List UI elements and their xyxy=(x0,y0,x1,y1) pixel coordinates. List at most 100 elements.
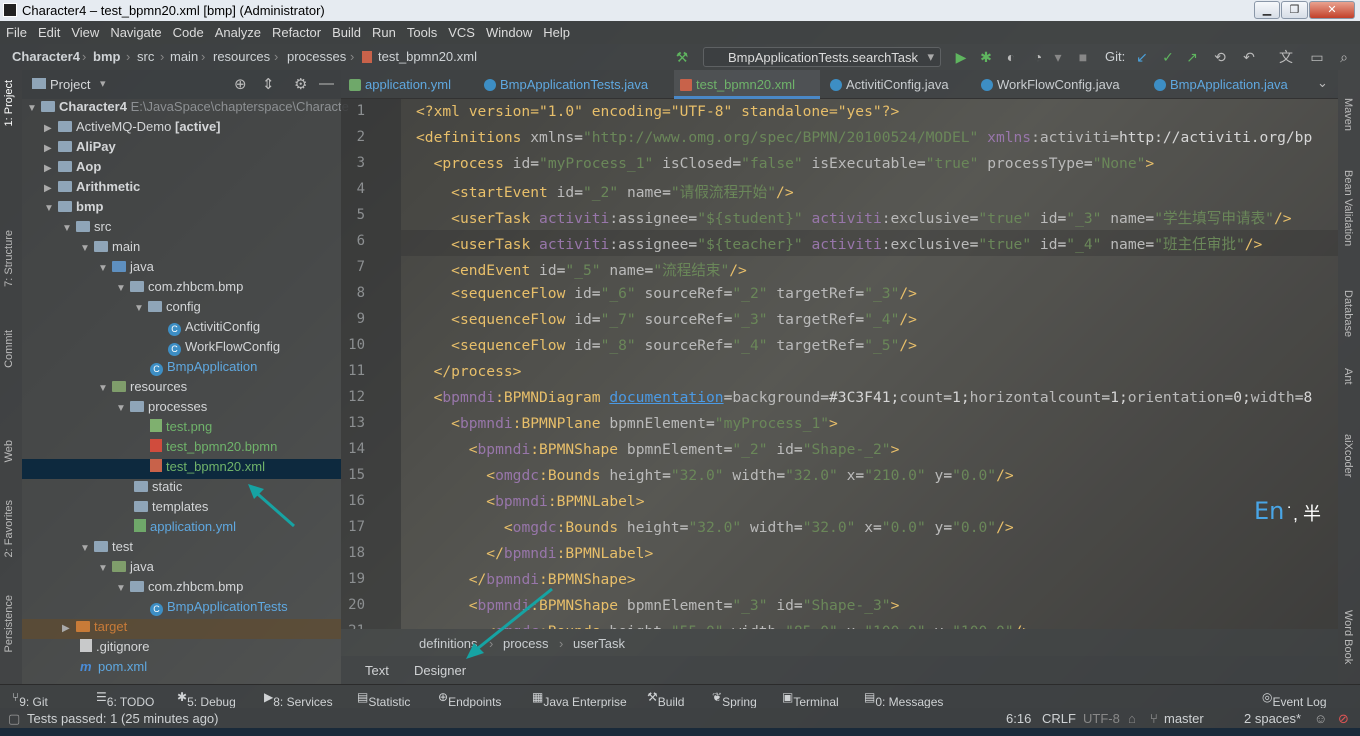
file-encoding[interactable]: UTF-8 xyxy=(1083,711,1120,726)
toolwin-spring[interactable]: ❦ Spring xyxy=(712,690,757,709)
git-branch[interactable]: master xyxy=(1164,711,1204,726)
indent-setting[interactable]: 2 spaces* xyxy=(1244,711,1301,726)
tool-favorites[interactable]: 2: Favorites xyxy=(3,500,15,557)
git-update-icon[interactable]: ↙ xyxy=(1134,49,1150,65)
breadcrumb-file[interactable]: test_bpmn20.xml xyxy=(378,49,477,64)
tool-ant[interactable]: Ant xyxy=(1342,368,1354,385)
menu-run[interactable]: Run xyxy=(366,21,401,40)
close-button[interactable]: ✕ xyxy=(1309,1,1355,19)
tree-item-activiticonfig[interactable]: C ActivitiConfig xyxy=(168,319,260,339)
tree-item-bmp[interactable]: ▼ bmp xyxy=(44,199,103,219)
profile-dropdown-icon[interactable]: ▾ xyxy=(1050,49,1066,65)
tree-item-resources[interactable]: ▼ resources xyxy=(98,379,187,399)
tree-item-activemq-demo[interactable]: ▶ ActiveMQ-Demo [active] xyxy=(44,119,221,139)
breadcrumb-processes[interactable]: processes xyxy=(287,49,346,64)
toolwin-build[interactable]: ⚒ Build xyxy=(647,690,684,709)
hide-icon[interactable]: — xyxy=(319,75,334,92)
tree-item-static[interactable]: static xyxy=(134,479,182,499)
maximize-button[interactable]: ❐ xyxy=(1281,1,1308,19)
profile-icon[interactable]: ◔ xyxy=(1030,49,1046,65)
menu-file[interactable]: File xyxy=(0,21,32,40)
tab-activiticonfig[interactable]: ActivitiConfig.java xyxy=(824,70,949,99)
tree-item-character4[interactable]: ▼ Character4 E:\JavaSpace\chapterspace\Ch… xyxy=(27,99,349,119)
tests-status-icon[interactable]: ▢ xyxy=(8,711,20,727)
tree-item-java[interactable]: ▼ java xyxy=(98,259,154,279)
crumb-usertask[interactable]: userTask xyxy=(573,636,625,651)
tool-aixcoder[interactable]: aiXcoder xyxy=(1342,434,1354,477)
code-line[interactable]: <bpmndi:BPMNPlane bpmnElement="myProcess… xyxy=(416,415,838,432)
breadcrumb-resources[interactable]: resources xyxy=(213,49,270,64)
tool-maven[interactable]: Maven xyxy=(1342,98,1354,131)
tab-text[interactable]: Text xyxy=(365,663,389,678)
code-line[interactable]: </process> xyxy=(416,363,522,380)
tool-database[interactable]: Database xyxy=(1342,290,1354,337)
tool-bean-validation[interactable]: Bean Validation xyxy=(1342,170,1354,246)
git-history-icon[interactable]: ⟲ xyxy=(1212,49,1228,65)
tree-item-test-png[interactable]: test.png xyxy=(150,419,212,439)
toolwin-services[interactable]: ▶ 8: Services xyxy=(264,690,333,709)
tool-web[interactable]: Web xyxy=(3,440,15,462)
code-line[interactable]: <?xml version="1.0" encoding="UTF-8" sta… xyxy=(416,103,899,120)
code-line[interactable]: <userTask activiti:assignee="${student}"… xyxy=(416,207,1291,228)
tree-item-test[interactable]: ▼ test xyxy=(80,539,133,559)
breadcrumb-main[interactable]: main xyxy=(170,49,198,64)
line-separator[interactable]: CRLF xyxy=(1042,711,1076,726)
menu-help[interactable]: Help xyxy=(537,21,575,40)
translate-icon[interactable]: 文 xyxy=(1278,49,1294,65)
code-line[interactable]: <sequenceFlow id="_8" sourceRef="_4" tar… xyxy=(416,337,917,354)
tool-structure[interactable]: 7: Structure xyxy=(3,230,15,287)
code-line[interactable]: <startEvent id="_2" name="请假流程开始"/> xyxy=(416,181,793,202)
code-line[interactable]: <bpmndi:BPMNLabel> xyxy=(416,493,644,510)
menu-vcs[interactable]: VCS xyxy=(442,21,480,40)
tab-bmpapplicationtests[interactable]: BmpApplicationTests.java xyxy=(478,70,648,99)
toolwin-terminal[interactable]: ▣ Terminal xyxy=(782,690,839,709)
menu-build[interactable]: Build xyxy=(326,21,366,40)
no-entry-icon[interactable]: ⊘ xyxy=(1338,711,1349,727)
tree-item-aop[interactable]: ▶ Aop xyxy=(44,159,101,179)
tree-item-bmpapplication[interactable]: C BmpApplication xyxy=(150,359,257,379)
tree-item-test-java[interactable]: ▼ java xyxy=(98,559,154,579)
toolwin-statistic[interactable]: ▤ Statistic xyxy=(357,690,410,709)
menu-analyze[interactable]: Analyze xyxy=(209,21,266,40)
collapse-all-icon[interactable]: ⇕ xyxy=(262,75,275,93)
tab-test-bpmn20-xml[interactable]: test_bpmn20.xml xyxy=(674,70,820,99)
toolwin-endpoints[interactable]: ⊕ Endpoints xyxy=(438,690,501,709)
breadcrumb-module[interactable]: bmp xyxy=(93,49,120,64)
tree-item-pom[interactable]: m pom.xml xyxy=(80,659,147,679)
tree-item-application-yml[interactable]: application.yml xyxy=(134,519,236,539)
hammer-icon[interactable]: ⚒ xyxy=(674,49,690,65)
code-line[interactable]: <userTask activiti:assignee="${teacher}"… xyxy=(416,233,1262,254)
tab-bmpapplication[interactable]: BmpApplication.java xyxy=(1148,70,1288,99)
coverage-icon[interactable]: ◐ xyxy=(1003,49,1019,65)
code-line[interactable]: <endEvent id="_5" name="流程结束"/> xyxy=(416,259,747,280)
tree-item-package[interactable]: ▼ com.zhbcm.bmp xyxy=(116,279,243,299)
code-line[interactable]: </bpmndi:BPMNLabel> xyxy=(416,545,653,562)
code-line[interactable]: <bpmndi:BPMNDiagram documentation=backgr… xyxy=(416,389,1313,406)
status-message[interactable]: Tests passed: 1 (25 minutes ago) xyxy=(27,711,219,726)
tool-project[interactable]: 1: Project xyxy=(3,80,15,126)
locate-icon[interactable]: ⊕ xyxy=(234,75,247,93)
code-editor[interactable]: 123456789101112131415161718192021 <?xml … xyxy=(341,99,1338,629)
tool-word-book[interactable]: Word Book xyxy=(1342,610,1354,664)
menu-navigate[interactable]: Navigate xyxy=(104,21,166,40)
layout-icon[interactable]: ▭ xyxy=(1309,49,1325,65)
menu-window[interactable]: Window xyxy=(480,21,537,40)
tab-workflowconfig[interactable]: WorkFlowConfig.java xyxy=(975,70,1120,99)
tree-item-test-package[interactable]: ▼ com.zhbcm.bmp xyxy=(116,579,243,599)
tree-item-gitignore[interactable]: .gitignore xyxy=(80,639,149,659)
breadcrumb-project[interactable]: Character4 xyxy=(12,49,80,64)
code-line[interactable]: <omgdc:Bounds height="32.0" width="32.0"… xyxy=(416,467,1013,484)
tree-item-bmpapplicationtests[interactable]: C BmpApplicationTests xyxy=(150,599,288,619)
run-configuration-select[interactable]: BmpApplicationTests.searchTask ▾ xyxy=(703,47,941,67)
toolwin-messages[interactable]: ▤ 0: Messages xyxy=(864,690,943,709)
debug-icon[interactable]: ✱ xyxy=(978,49,994,65)
tree-item-src[interactable]: ▼ src xyxy=(62,219,111,239)
lock-icon[interactable]: ⌂ xyxy=(1128,711,1136,726)
tab-designer[interactable]: Designer xyxy=(414,663,466,678)
code-line[interactable]: <definitions xmlns="http://www.omg.org/s… xyxy=(416,129,1312,146)
gear-icon[interactable]: ⚙ xyxy=(294,75,307,93)
menu-refactor[interactable]: Refactor xyxy=(266,21,326,40)
git-commit-icon[interactable]: ✓ xyxy=(1160,49,1176,65)
project-panel-title[interactable]: Project xyxy=(50,77,90,92)
search-icon[interactable]: ⌕ xyxy=(1336,49,1352,65)
